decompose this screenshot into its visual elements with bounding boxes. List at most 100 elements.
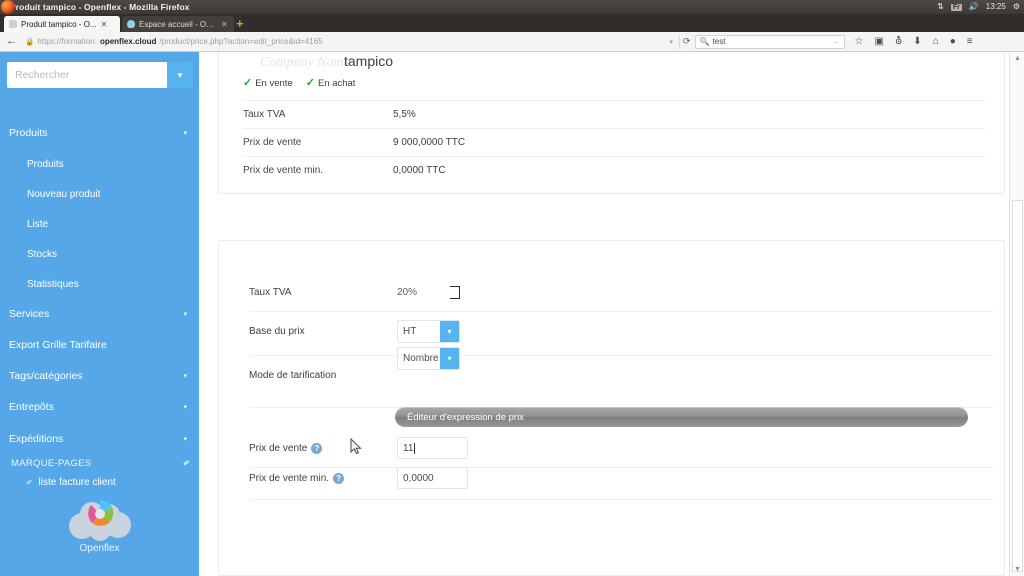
url-host: openflex.cloud xyxy=(99,37,157,46)
home-icon[interactable]: ⌂ xyxy=(933,36,939,47)
mouse-cursor xyxy=(350,438,362,455)
sidebar-item-label: Nouveau produit xyxy=(27,188,101,200)
product-summary-card: Company Name tampico ✓ En vente ✓ En ach… xyxy=(218,52,1005,194)
field-label-text: Prix de vente min. xyxy=(249,472,330,484)
chevron-down-icon: ▾ xyxy=(183,311,187,318)
sidebar-item-entrepots[interactable]: Entrepôts ▾ xyxy=(0,397,199,417)
network-icon[interactable]: ⇅ xyxy=(937,0,944,14)
sidebar-item-label: Export Grille Tarifaire xyxy=(9,339,107,351)
shield-icon[interactable]: ⛢ xyxy=(895,36,902,47)
browser-toolbar: ← 🔒 https://formation. openflex.cloud /p… xyxy=(0,32,1024,52)
volume-icon[interactable]: 🔊 xyxy=(969,0,979,14)
sidebar-subitem-statistiques[interactable]: Statistiques xyxy=(0,274,199,294)
divider xyxy=(249,499,994,500)
prix-de-vente-min-input[interactable]: 0,0000 xyxy=(397,467,468,489)
chevron-down-icon: ▾ xyxy=(183,436,187,443)
help-icon[interactable]: ? xyxy=(311,442,323,454)
tab-espace-accueil[interactable]: Espace accueil - Ope... ✕ xyxy=(122,16,234,32)
browser-search-input[interactable]: 🔍 test → xyxy=(694,34,845,49)
menu-hamburger-icon[interactable]: ≡ xyxy=(967,36,973,47)
lock-icon: 🔒 xyxy=(25,37,35,46)
sidebar-item-tags-categories[interactable]: Tags/catégories ▾ xyxy=(0,366,199,386)
tab-favicon-icon xyxy=(127,20,135,28)
page-title: tampico xyxy=(344,53,394,69)
chat-icon[interactable]: ● xyxy=(950,36,956,47)
firefox-logo-icon xyxy=(1,0,15,14)
status-badge-en-achat: ✓ En achat xyxy=(306,78,356,90)
row-value: 5,5% xyxy=(393,109,416,120)
brand-name: Openflex xyxy=(79,543,120,554)
reload-icon[interactable]: ⟳ xyxy=(683,36,691,47)
edit-pencil-icon[interactable]: ✒ xyxy=(181,456,194,470)
taux-tva-value[interactable]: 20% xyxy=(397,287,417,298)
gear-icon[interactable]: ⚙ xyxy=(1013,0,1020,14)
pocket-icon[interactable]: ▣ xyxy=(875,36,884,47)
sidebar-search[interactable]: ▾ xyxy=(7,62,193,88)
bookmark-item-liste-facture-client[interactable]: ✒ liste facture client xyxy=(23,474,196,490)
divider xyxy=(249,311,994,312)
field-label-text: Prix de vente xyxy=(249,442,308,454)
field-row-prix-de-vente-min: Prix de vente min. ? 0,0000 xyxy=(249,467,994,489)
window-titlebar: Produit tampico - Openflex - Mozilla Fir… xyxy=(0,0,1024,14)
taux-tva-stepper[interactable] xyxy=(450,285,461,299)
bookmark-star-icon[interactable]: ☆ xyxy=(855,36,864,47)
sidebar-item-expeditions[interactable]: Expéditions ▾ xyxy=(0,429,199,449)
tab-close-icon[interactable]: ✕ xyxy=(221,20,228,29)
clip-icon: ✒ xyxy=(23,475,36,488)
sidebar-item-services[interactable]: Services ▾ xyxy=(0,304,199,324)
row-label: Prix de vente xyxy=(243,137,302,148)
sidebar-subitem-liste[interactable]: Liste xyxy=(0,214,199,234)
chevron-down-icon: ▾ xyxy=(183,130,187,137)
sidebar-item-produits[interactable]: Produits ▾ xyxy=(0,123,199,143)
sidebar-item-label: Expéditions xyxy=(9,433,64,445)
prix-de-vente-input[interactable]: 11 xyxy=(397,437,468,459)
sidebar-item-export-grille-tarifaire[interactable]: Export Grille Tarifaire xyxy=(0,335,199,355)
field-row-base-du-prix: Base du prix HT ▾ xyxy=(249,320,994,343)
bookmarks-header: MARQUE-PAGES ✒ xyxy=(11,454,199,472)
download-icon[interactable]: ⬇ xyxy=(913,36,921,47)
new-tab-button[interactable]: + xyxy=(236,17,244,30)
sidebar-subitem-stocks[interactable]: Stocks xyxy=(0,244,199,264)
field-label: Taux TVA xyxy=(249,286,292,298)
price-expression-editor-tooltip[interactable]: Éditeur d'expression de prix xyxy=(395,407,968,427)
chevron-down-icon: ▾ xyxy=(183,404,187,411)
search-input[interactable] xyxy=(7,62,167,88)
field-label: Prix de vente min. ? xyxy=(249,472,397,484)
search-dropdown-button[interactable]: ▾ xyxy=(167,62,193,88)
url-bar[interactable]: 🔒 https://formation. openflex.cloud /pro… xyxy=(25,34,680,49)
system-tray: ⇅ Fr 🔊 13:25 ⚙ xyxy=(937,0,1020,14)
clock[interactable]: 13:25 xyxy=(986,0,1006,14)
search-go-icon[interactable]: → xyxy=(832,37,840,46)
check-icon: ✓ xyxy=(243,77,253,89)
field-label: Prix de vente ? xyxy=(249,442,397,454)
field-row-mode-de-tarification: Mode de tarification Nombre ▾ xyxy=(249,347,994,387)
scrollbar-thumb[interactable] xyxy=(1012,200,1023,572)
brand-logo: Openflex xyxy=(0,492,199,554)
scroll-down-icon[interactable]: ▼ xyxy=(1012,564,1023,575)
chevron-down-icon: ▾ xyxy=(440,321,459,342)
tab-produit-tampico[interactable]: Produit tampico - O... ✕ xyxy=(4,16,120,32)
table-row: Prix de vente 9 000,0000 TTC xyxy=(243,128,985,156)
sidebar-subitem-produits[interactable]: Produits xyxy=(0,154,199,174)
sidebar-item-label: Produits xyxy=(9,127,48,139)
input-value: 0,0000 xyxy=(403,472,434,484)
chevron-down-icon[interactable]: ▾ xyxy=(669,38,673,46)
sidebar-subitem-nouveau-produit[interactable]: Nouveau produit xyxy=(0,184,199,204)
table-row: Taux TVA 5,5% xyxy=(243,100,985,128)
bookmark-label: liste facture client xyxy=(38,476,116,488)
url-path: /product/price.php?action=edit_price&id=… xyxy=(159,37,323,46)
product-badges: ✓ En vente ✓ En achat xyxy=(243,77,356,90)
field-label: Mode de tarification xyxy=(249,370,337,381)
row-value: 9 000,0000 TTC xyxy=(393,137,466,148)
scroll-up-icon[interactable]: ▲ xyxy=(1012,53,1023,64)
badge-label: En vente xyxy=(255,78,293,89)
keyboard-layout-indicator[interactable]: Fr xyxy=(950,3,962,11)
mode-de-tarification-select[interactable]: Nombre ▾ xyxy=(397,347,460,370)
tab-close-icon[interactable]: ✕ xyxy=(101,20,108,29)
back-arrow-icon[interactable]: ← xyxy=(6,36,17,47)
tab-favicon-icon xyxy=(9,20,17,28)
row-value: 0,0000 TTC xyxy=(393,165,446,176)
base-du-prix-select[interactable]: HT ▾ xyxy=(397,320,460,343)
help-icon[interactable]: ? xyxy=(333,472,345,484)
vertical-scrollbar[interactable]: ▲ ▼ xyxy=(1009,52,1024,576)
